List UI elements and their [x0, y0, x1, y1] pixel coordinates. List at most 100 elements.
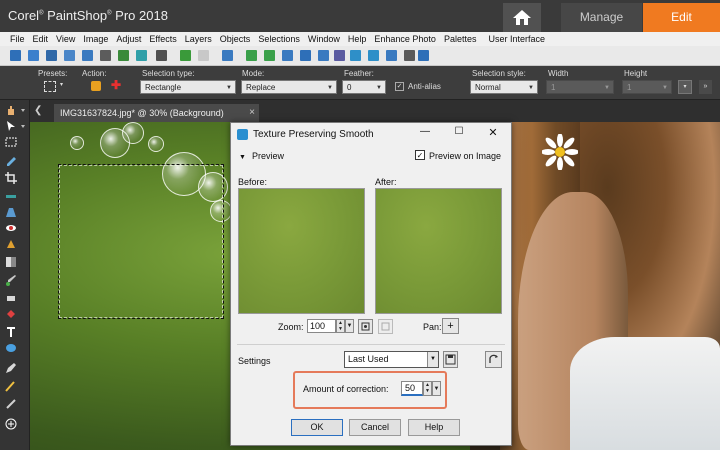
chevron-down-icon[interactable] — [21, 109, 25, 112]
clone-tool-icon[interactable] — [5, 238, 17, 250]
zoom-spinner[interactable]: ▲ ▼ — [336, 319, 345, 333]
save-icon[interactable] — [46, 50, 57, 61]
undo-icon[interactable] — [180, 50, 191, 61]
feather-input[interactable]: 0 ▼ — [342, 80, 386, 94]
amount-of-correction-input[interactable]: 50 — [401, 381, 423, 396]
warp-tool-icon[interactable] — [5, 380, 17, 392]
document-tab[interactable]: IMG31637824.jpg* @ 30% (Background) × — [54, 104, 259, 122]
menu-window[interactable]: Window — [308, 34, 340, 44]
preview-toggle[interactable]: ▼ Preview — [239, 151, 284, 161]
eraser-tool-icon[interactable] — [5, 292, 17, 304]
zoom-out-icon[interactable] — [368, 50, 379, 61]
menu-image[interactable]: Image — [83, 34, 108, 44]
open-icon[interactable] — [28, 50, 39, 61]
crop-tool-icon[interactable] — [5, 172, 17, 184]
menu-palettes[interactable]: Palettes — [444, 34, 477, 44]
menu-view[interactable]: View — [56, 34, 75, 44]
save-as-icon[interactable] — [64, 50, 75, 61]
ok-button[interactable]: OK — [291, 419, 343, 436]
crop-icon[interactable] — [300, 50, 311, 61]
grid-icon[interactable] — [386, 50, 397, 61]
selection-style-select[interactable]: Normal ▼ — [470, 80, 538, 94]
chevron-left-icon[interactable]: ❮ — [34, 105, 42, 116]
pan-tool-icon[interactable] — [5, 104, 17, 116]
actual-size-icon[interactable] — [334, 50, 345, 61]
shape-tool-icon[interactable] — [5, 342, 17, 354]
menu-file[interactable]: File — [10, 34, 25, 44]
workspace-icon[interactable] — [418, 50, 429, 61]
amount-spinner[interactable]: ▲ ▼ — [423, 381, 432, 396]
preview-on-image-checkbox[interactable]: ✓ — [415, 150, 425, 160]
rotate-left-icon[interactable] — [246, 50, 257, 61]
maximize-icon[interactable]: ☐ — [450, 126, 468, 140]
resize-icon[interactable] — [282, 50, 293, 61]
menu-edit[interactable]: Edit — [33, 34, 49, 44]
close-icon[interactable]: ✕ — [484, 126, 502, 140]
straighten-tool-icon[interactable] — [5, 190, 17, 202]
red-eye-tool-icon[interactable] — [5, 222, 17, 234]
zoom-actual-size-button[interactable] — [378, 319, 393, 334]
selection-type-select[interactable]: Rectangle ▼ — [140, 80, 236, 94]
new-icon[interactable] — [10, 50, 21, 61]
presets-chevron-icon[interactable]: ▾ — [60, 81, 63, 88]
cancel-button[interactable]: Cancel — [349, 419, 401, 436]
close-icon[interactable]: × — [249, 104, 255, 122]
pen-tool-icon[interactable] — [5, 362, 17, 374]
menu-selections[interactable]: Selections — [258, 34, 300, 44]
paint-brush-tool-icon[interactable] — [5, 274, 17, 286]
print-icon[interactable] — [156, 50, 167, 61]
dropper-tool-icon[interactable] — [5, 156, 17, 168]
tab-edit[interactable]: Edit — [643, 3, 720, 32]
presets-selection-icon[interactable] — [44, 81, 56, 92]
chevron-down-icon[interactable] — [21, 125, 25, 128]
save-preset-button[interactable] — [443, 351, 458, 368]
width-input[interactable]: 1 ▼ — [546, 80, 614, 94]
action-apply-icon[interactable] — [91, 81, 101, 91]
edit-selection-icon[interactable] — [222, 50, 233, 61]
zoom-input[interactable]: 100 — [307, 319, 336, 333]
home-button[interactable] — [503, 3, 541, 32]
share-icon[interactable] — [136, 50, 147, 61]
menu-effects[interactable]: Effects — [149, 34, 176, 44]
browse-icon[interactable] — [82, 50, 93, 61]
fit-window-icon[interactable] — [318, 50, 329, 61]
tab-manage[interactable]: Manage — [561, 3, 642, 32]
action-cancel-icon[interactable]: ✚ — [111, 78, 121, 92]
selection-tool-icon[interactable] — [5, 136, 17, 148]
menu-enhance-photo[interactable]: Enhance Photo — [374, 34, 436, 44]
add-tool-icon[interactable] — [5, 418, 17, 430]
copy-icon[interactable] — [100, 50, 111, 61]
help-button[interactable]: Help — [408, 419, 460, 436]
pick-tool-icon[interactable] — [5, 120, 17, 132]
smudge-tool-icon[interactable] — [5, 398, 17, 410]
redo-icon[interactable] — [198, 50, 209, 61]
zoom-dropdown[interactable]: ▼ — [345, 319, 354, 333]
pan-button[interactable]: + — [442, 318, 459, 334]
menu-adjust[interactable]: Adjust — [116, 34, 141, 44]
zoom-in-icon[interactable] — [350, 50, 361, 61]
height-input[interactable]: 1 ▼ — [622, 80, 672, 94]
menu-objects[interactable]: Objects — [220, 34, 251, 44]
toolbar-overflow-icon[interactable]: » — [699, 80, 712, 94]
paste-icon[interactable] — [118, 50, 129, 61]
more-options-button[interactable]: ▾ — [678, 80, 692, 94]
mode-select[interactable]: Replace ▼ — [241, 80, 337, 94]
before-preview[interactable] — [238, 188, 365, 314]
rotate-right-icon[interactable] — [264, 50, 275, 61]
selection-marquee[interactable] — [58, 164, 224, 319]
amount-dropdown[interactable]: ▼ — [432, 381, 441, 396]
window-icon[interactable] — [404, 50, 415, 61]
anti-alias-checkbox[interactable]: ✓ — [395, 82, 404, 91]
settings-select[interactable]: Last Used ▼ — [344, 351, 439, 368]
minimize-icon[interactable]: — — [416, 126, 434, 140]
menu-user-interface[interactable]: User Interface — [488, 34, 545, 44]
perspective-tool-icon[interactable] — [5, 206, 17, 218]
menu-help[interactable]: Help — [348, 34, 367, 44]
reset-button[interactable] — [485, 351, 502, 368]
fill-tool-icon[interactable] — [5, 308, 17, 320]
text-tool-icon[interactable] — [5, 326, 17, 338]
menu-layers[interactable]: Layers — [185, 34, 212, 44]
zoom-fit-button[interactable] — [358, 319, 373, 334]
after-preview[interactable] — [375, 188, 502, 314]
dodge-tool-icon[interactable] — [5, 256, 17, 268]
